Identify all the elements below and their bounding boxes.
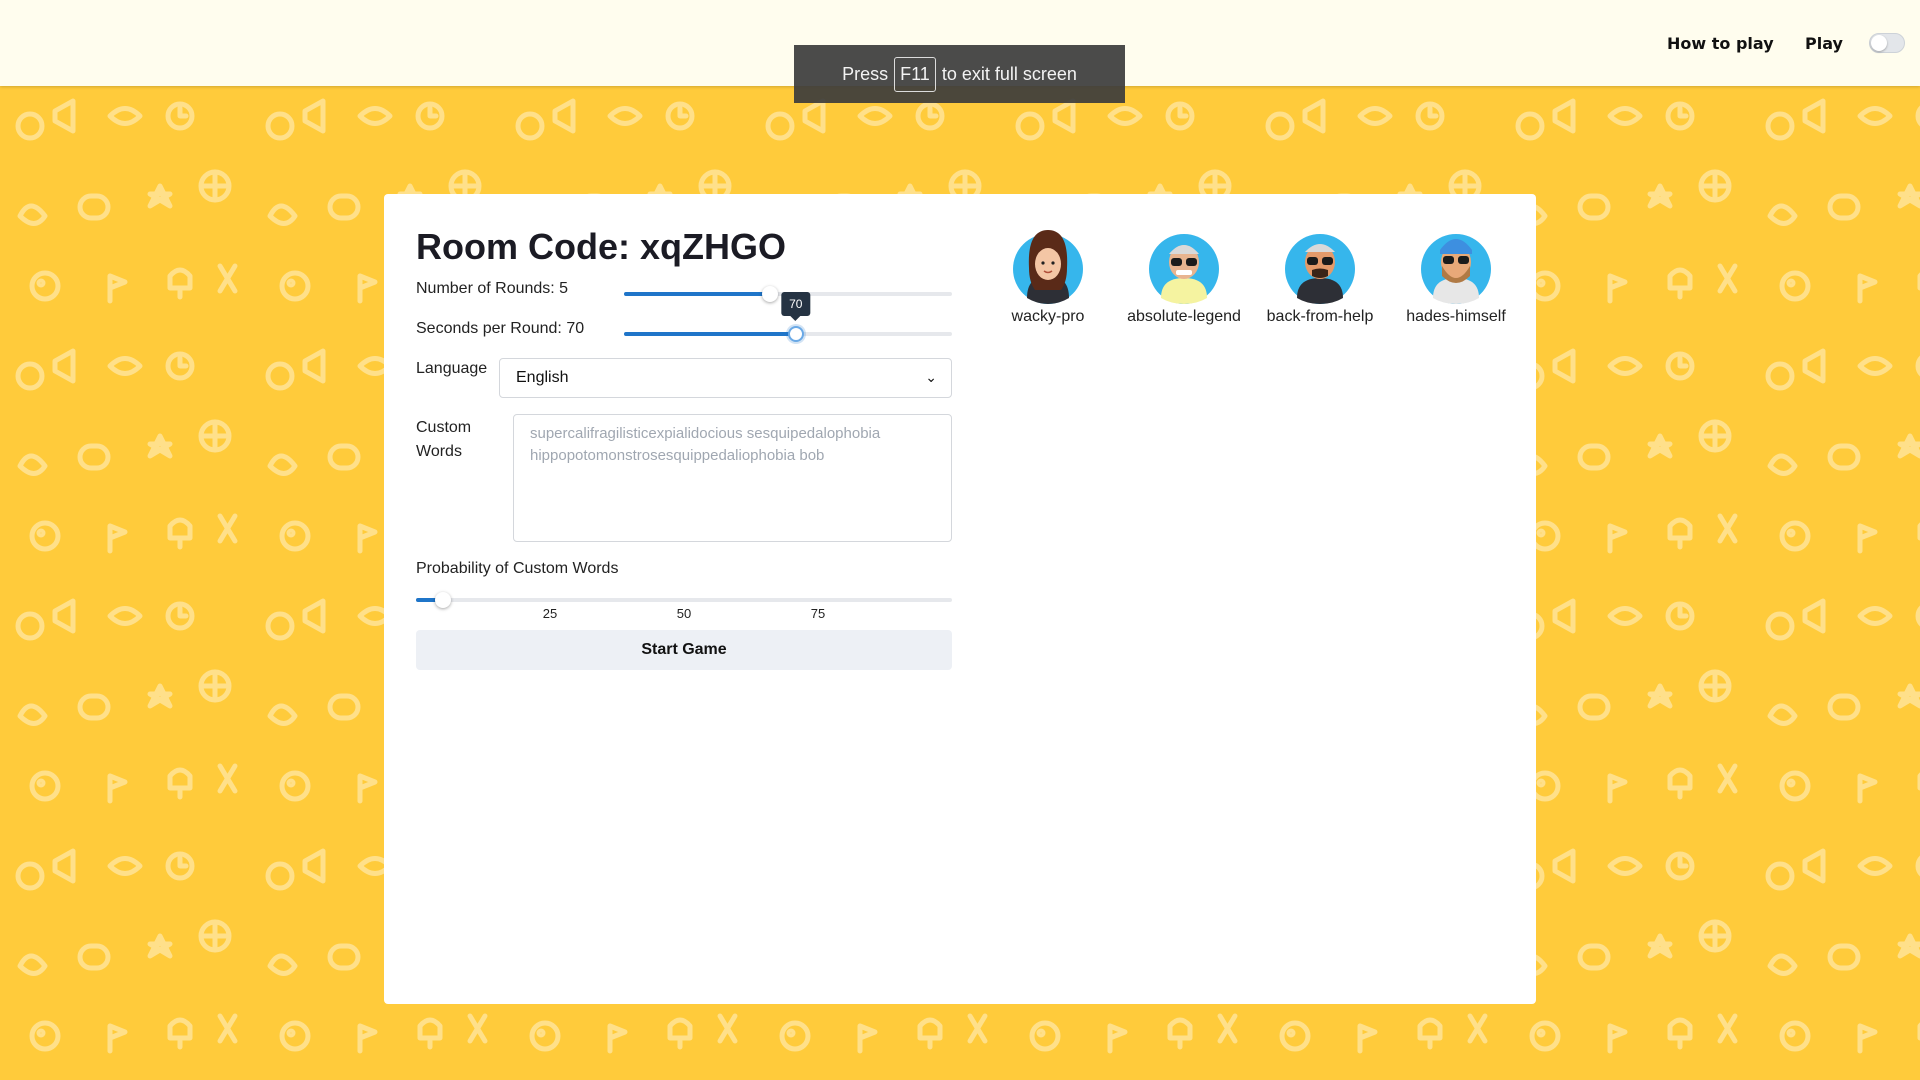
language-select[interactable]: English ⌄ (499, 358, 952, 398)
custom-words-input[interactable]: supercalifragilisticexpialidocious sesqu… (513, 414, 952, 542)
room-code-title: Room Code: xqZHGO (416, 226, 786, 267)
player-card: absolute-legend (1116, 228, 1252, 326)
seconds-slider-fill (624, 332, 796, 336)
player-card: back-from-help (1252, 228, 1388, 326)
probability-slider[interactable] (416, 592, 952, 608)
room-settings-card: Room Code: xqZHGO Number of Rounds: 5 Se… (384, 194, 1536, 1004)
player-name: back-from-help (1266, 308, 1374, 325)
custom-words-label: Custom Words (416, 416, 471, 464)
start-game-button[interactable]: Start Game (416, 630, 952, 670)
toggle-knob (1871, 35, 1887, 51)
man-sunglasses-avatar-icon (1285, 234, 1355, 304)
rounds-slider-thumb[interactable] (761, 286, 778, 302)
theme-toggle[interactable] (1869, 33, 1905, 53)
probability-tick-label: 25 (542, 606, 558, 621)
rounds-slider-fill (624, 292, 770, 296)
seconds-label: Seconds per Round: 70 (416, 320, 585, 337)
probability-slider-thumb[interactable] (434, 592, 451, 608)
probability-label: Probability of Custom Words (416, 560, 619, 577)
player-name: wacky-pro (1011, 308, 1085, 325)
probability-tick-label: 75 (810, 606, 826, 621)
f11-key: F11 (894, 56, 936, 92)
bearded-man-beanie-avatar-icon (1421, 234, 1491, 304)
rounds-label: Number of Rounds: 5 (416, 280, 569, 297)
custom-words-label-line1: Custom (416, 419, 472, 436)
old-man-sunglasses-avatar-icon (1149, 234, 1219, 304)
probability-tick-label: 50 (676, 606, 692, 621)
fullscreen-notice: Press F11 to exit full screen (794, 45, 1125, 103)
language-label: Language (416, 360, 488, 377)
play-link[interactable]: Play (1805, 34, 1843, 53)
player-card: hades-himself (1388, 228, 1524, 326)
woman-avatar-icon (1013, 230, 1083, 304)
seconds-slider-thumb[interactable] (787, 326, 804, 342)
seconds-slider[interactable]: 70 (624, 292, 952, 342)
custom-words-label-line2: Words (416, 443, 462, 460)
player-card: wacky-pro (980, 228, 1116, 326)
fullscreen-notice-prefix: Press (842, 63, 889, 84)
how-to-play-link[interactable]: How to play (1667, 34, 1774, 53)
player-name: absolute-legend (1127, 308, 1241, 325)
chevron-down-icon: ⌄ (925, 369, 937, 385)
player-name: hades-himself (1406, 308, 1506, 325)
fullscreen-notice-suffix: to exit full screen (941, 63, 1077, 84)
seconds-tooltip: 70 (781, 292, 811, 321)
language-selected-value: English (516, 369, 569, 386)
